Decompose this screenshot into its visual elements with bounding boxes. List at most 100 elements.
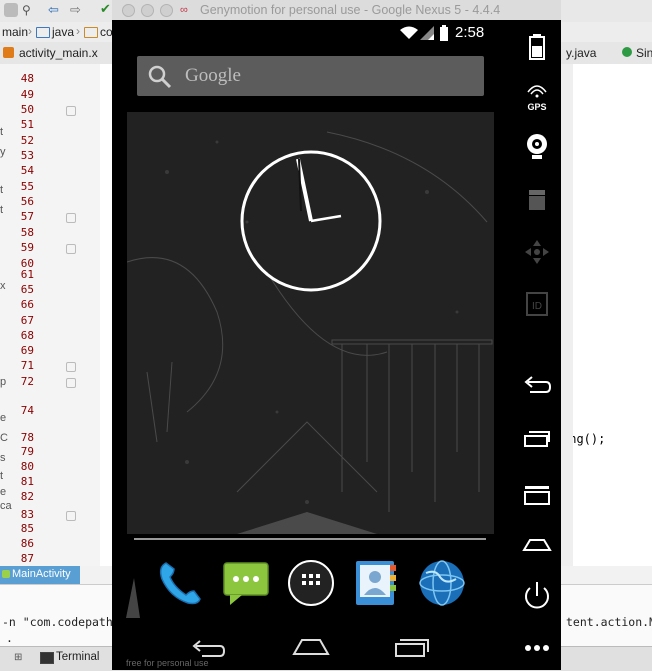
dpad-icon[interactable] (514, 232, 560, 272)
line-number: 58 (20, 226, 34, 239)
globe-icon[interactable] (416, 557, 468, 609)
analog-clock-widget[interactable] (239, 149, 383, 293)
search-label: Google (185, 65, 241, 86)
status-time: 2:58 (455, 24, 485, 41)
phone-icon[interactable] (154, 557, 206, 609)
home-wallpaper (127, 112, 494, 534)
panel-text: s (0, 452, 6, 464)
fold-toggle-icon[interactable] (66, 106, 76, 116)
search-icon[interactable]: ⚲ (22, 3, 31, 17)
line-number: 71 (20, 359, 34, 372)
fold-toggle-icon[interactable] (66, 511, 76, 521)
chat-bubble-icon[interactable] (220, 557, 272, 609)
close-window-button[interactable] (122, 4, 135, 17)
dock-divider (134, 538, 486, 540)
contacts-icon[interactable] (350, 557, 402, 609)
line-number: 69 (20, 344, 34, 357)
line-number: 51 (20, 118, 34, 131)
fold-toggle-icon[interactable] (66, 378, 76, 388)
google-search-bar[interactable]: Google (137, 56, 484, 96)
panel-text: t (0, 470, 4, 482)
line-number: 54 (20, 164, 34, 177)
back-arrow-icon[interactable]: ⇦ (48, 2, 59, 18)
line-number: 56 (20, 195, 34, 208)
back-icon[interactable] (514, 366, 560, 406)
line-number: 53 (20, 149, 34, 162)
line-number: 74 (20, 404, 34, 417)
tool-window-icon[interactable]: ⊞ (14, 652, 22, 663)
line-number: 79 (20, 445, 34, 458)
terminal-icon (40, 652, 54, 664)
breadcrumb-main[interactable]: main (2, 25, 28, 39)
fold-toggle-icon[interactable] (66, 213, 76, 223)
line-gutter (0, 64, 100, 566)
battery-icon[interactable] (514, 26, 560, 66)
gps-icon[interactable]: GPS (514, 76, 560, 116)
line-number: 67 (20, 314, 34, 327)
check-icon[interactable]: ✔ (100, 1, 111, 17)
console-text: tent.action.MA (566, 615, 652, 629)
class-icon (622, 47, 632, 57)
line-number: 80 (20, 460, 34, 473)
back-icon[interactable] (190, 638, 226, 658)
recent-apps-icon[interactable] (514, 418, 560, 458)
gps-label: GPS (527, 102, 546, 112)
line-number: 85 (20, 522, 34, 535)
panel-text: y (0, 146, 6, 158)
chevron-right-icon: › (28, 24, 32, 38)
android-status-bar: 2:58 (112, 20, 561, 46)
folder-icon (36, 27, 50, 38)
line-number: 81 (20, 475, 34, 488)
genymotion-logo-icon: ∞ (180, 4, 188, 16)
android-icon (2, 570, 10, 578)
tab-simple[interactable]: Sin (636, 46, 652, 60)
webcam-icon[interactable] (514, 126, 560, 166)
line-number: 49 (20, 88, 34, 101)
line-number: 83 (20, 508, 34, 521)
panel-text: t (0, 184, 4, 196)
app-grid-icon[interactable] (285, 557, 337, 609)
emulator-sidebar: GPS ID (512, 20, 561, 670)
android-nav-bar: free for personal use (112, 624, 561, 670)
wifi-icon (400, 26, 418, 39)
clapper-icon[interactable] (514, 180, 560, 220)
breadcrumb-package[interactable]: co (100, 25, 113, 39)
line-number: 61 (20, 268, 34, 281)
console-text: -n "com.codepath (2, 615, 113, 629)
emulator-titlebar: ∞ Genymotion for personal use - Google N… (112, 0, 561, 21)
emulator-window: ∞ Genymotion for personal use - Google N… (112, 0, 561, 670)
tab-activity-main[interactable]: activity_main.x (19, 46, 98, 60)
forward-arrow-icon[interactable]: ⇨ (70, 2, 81, 18)
id-icon[interactable]: ID (514, 284, 560, 324)
fold-toggle-icon[interactable] (66, 362, 76, 372)
line-number: 48 (20, 72, 34, 85)
panel-text: e (0, 412, 7, 424)
breadcrumb-java[interactable]: java (52, 25, 74, 39)
folder-icon (84, 27, 98, 38)
panel-text: ca (0, 500, 12, 512)
maximize-window-button[interactable] (160, 4, 173, 17)
menu-icon[interactable] (514, 472, 560, 512)
line-number: 57 (20, 210, 34, 223)
line-number: 55 (20, 180, 34, 193)
power-icon[interactable] (514, 576, 560, 616)
panel-text: t (0, 126, 4, 138)
terminal-tab[interactable]: Terminal (56, 651, 99, 663)
chevron-right-icon: › (76, 24, 80, 38)
recent-apps-icon[interactable] (394, 638, 430, 658)
signal-icon (420, 26, 434, 40)
line-number: 65 (20, 283, 34, 296)
tab-java-file[interactable]: y.java (566, 46, 596, 60)
line-number: 72 (20, 375, 34, 388)
left-edge-arrow-icon (126, 578, 140, 618)
more-icon[interactable] (514, 628, 560, 668)
run-tab-label: MainActivity (12, 568, 71, 580)
ide-icon[interactable] (4, 3, 18, 17)
fold-toggle-icon[interactable] (66, 244, 76, 254)
home-icon[interactable] (292, 638, 330, 656)
line-number: 86 (20, 537, 34, 550)
home-icon[interactable] (514, 524, 560, 564)
id-label: ID (532, 301, 542, 312)
minimize-window-button[interactable] (141, 4, 154, 17)
run-tab-mainactivity[interactable]: MainActivity (0, 566, 80, 584)
